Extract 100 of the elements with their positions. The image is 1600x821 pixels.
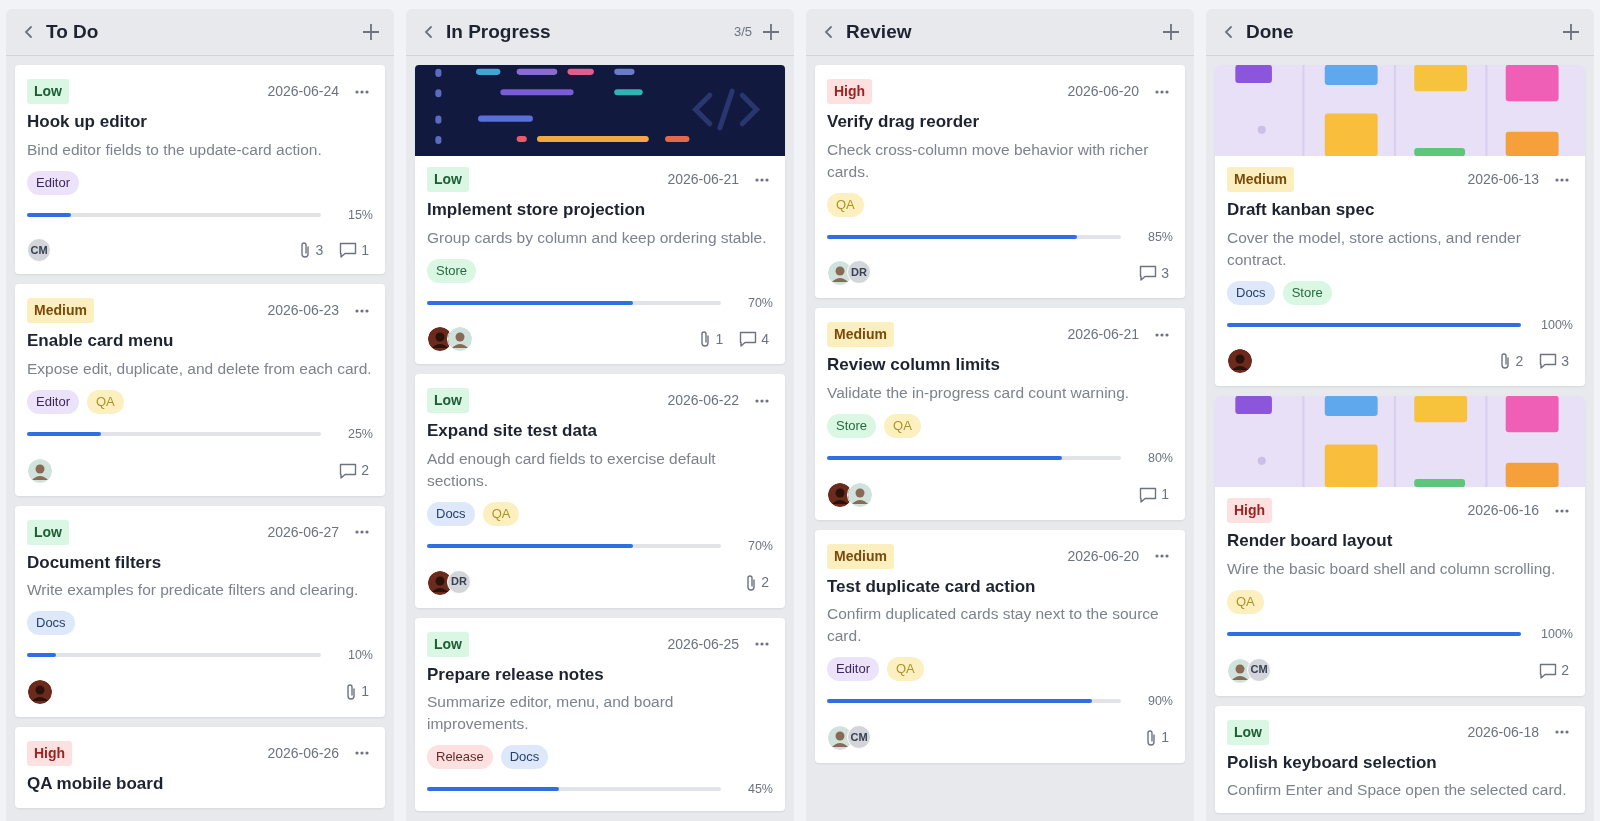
more-icon[interactable] xyxy=(1155,89,1169,94)
card-description: Validate the in-progress card count warning. xyxy=(827,382,1131,403)
progress-percent: 15% xyxy=(346,206,373,224)
tag: Docs xyxy=(427,501,475,526)
card-title: Document filters xyxy=(27,551,163,574)
priority-label: Medium xyxy=(827,543,894,569)
paperclip-icon xyxy=(345,682,358,701)
comment-count: 2 xyxy=(1561,661,1569,680)
progress-percent: 100% xyxy=(1540,625,1573,643)
card-description: Bind editor fields to the update-card action. xyxy=(27,139,323,160)
due-date: 2026-06-20 xyxy=(1067,82,1139,101)
more-icon[interactable] xyxy=(1555,730,1569,734)
card-title: Test duplicate card action xyxy=(827,575,1037,598)
task-card[interactable]: High 2026-06-16 Render board layout Wire the basic board shell and column scrolling. QA 100% CM 2 xyxy=(1215,396,1585,696)
card-description: Add enough card fields to exercise default sections. xyxy=(427,448,717,491)
task-card[interactable]: High 2026-06-26 QA mobile board xyxy=(15,726,385,809)
more-icon[interactable] xyxy=(355,751,369,756)
task-card[interactable]: High 2026-06-20 Verify drag reorder Check cross-column move behavior with richer cards. QA 85% DR 3 xyxy=(815,65,1185,299)
task-card[interactable]: Medium 2026-06-13 Draft kanban spec Cover the model, store actions, and render contract. Docs Store 100% 2 3 xyxy=(1215,65,1585,387)
due-date: 2026-06-18 xyxy=(1467,722,1539,742)
card-description: Write examples for predicate filters and clearing. xyxy=(27,580,360,600)
tag: Store xyxy=(1282,280,1332,305)
due-date: 2026-06-21 xyxy=(667,170,739,189)
comment-count: 1 xyxy=(1161,485,1169,504)
priority-label: Low xyxy=(427,167,469,192)
card-count: 3/5 xyxy=(733,23,752,42)
tag: Editor xyxy=(27,389,79,414)
attachment-count: 1 xyxy=(1161,728,1169,748)
more-icon[interactable] xyxy=(755,177,769,182)
due-date: 2026-06-24 xyxy=(267,82,339,101)
tag: Docs xyxy=(500,745,549,769)
add-icon[interactable] xyxy=(762,23,780,41)
due-date: 2026-06-21 xyxy=(1067,325,1139,345)
paperclip-icon xyxy=(299,241,312,260)
paperclip-icon xyxy=(1145,728,1158,747)
column-title: Review xyxy=(846,19,913,44)
more-icon[interactable] xyxy=(355,308,369,313)
task-card[interactable]: Low 2026-06-22 Expand site test data Add enough card fields to exercise default sections. Docs QA 70% DR 2 xyxy=(415,374,785,608)
due-date: 2026-06-16 xyxy=(1467,501,1539,521)
more-icon[interactable] xyxy=(1155,554,1169,558)
more-icon[interactable] xyxy=(1555,508,1569,513)
column-title: To Do xyxy=(46,19,100,44)
priority-label: Low xyxy=(427,388,469,414)
due-date: 2026-06-25 xyxy=(667,634,739,654)
task-card[interactable]: Medium 2026-06-21 Review column limits Validate the in-progress card count warning. Store QA 80% 1 xyxy=(815,308,1185,520)
tag: QA xyxy=(827,192,864,217)
task-card[interactable]: Low 2026-06-27 Document filters Write examples for predicate filters and clearing. Docs 10% 1 xyxy=(15,505,385,717)
tag: QA xyxy=(884,413,921,438)
progress-percent: 25% xyxy=(346,425,373,443)
more-icon[interactable] xyxy=(755,398,769,403)
avatar: CM xyxy=(27,238,51,263)
paperclip-icon xyxy=(699,330,712,349)
tag: Editor xyxy=(27,170,79,195)
card-description: Group cards by column and keep ordering stable. xyxy=(427,227,768,248)
progress-percent: 70% xyxy=(746,294,773,312)
more-icon[interactable] xyxy=(355,89,369,94)
more-icon[interactable] xyxy=(1555,177,1569,182)
avatar: CM xyxy=(847,724,871,749)
comment-count: 3 xyxy=(1561,351,1569,371)
progress-percent: 10% xyxy=(346,647,373,664)
more-icon[interactable] xyxy=(1155,332,1169,337)
more-icon[interactable] xyxy=(755,642,769,646)
add-icon[interactable] xyxy=(362,23,380,41)
tag: QA xyxy=(886,657,924,681)
task-card[interactable]: Low 2026-06-24 Hook up editor Bind editor fields to the update-card action. Editor 15% CM 3 1 xyxy=(15,65,385,275)
card-description: Summarize editor, menu, and board improvements. xyxy=(427,692,675,734)
card-title: Polish keyboard selection xyxy=(1227,751,1438,774)
more-icon[interactable] xyxy=(355,530,369,534)
due-date: 2026-06-27 xyxy=(267,522,339,542)
priority-label: Low xyxy=(27,519,69,545)
tag: Docs xyxy=(1227,280,1275,305)
task-card[interactable]: Medium 2026-06-20 Test duplicate card action Confirm duplicated cards stay next to the source card. Editor QA 90% CM 1 xyxy=(815,529,1185,763)
task-card[interactable]: Low 2026-06-25 Prepare release notes Summarize editor, menu, and board improvements. Release Docs 45% xyxy=(415,617,785,811)
avatar: CM xyxy=(1247,657,1271,682)
attachment-count: 3 xyxy=(315,240,324,260)
paperclip-icon xyxy=(745,573,758,592)
task-card[interactable]: Medium 2026-06-23 Enable card menu Expose edit, duplicate, and delete from each card. Editor QA 25% 2 xyxy=(15,284,385,496)
card-description: Confirm Enter and Space open the selected card. xyxy=(1227,780,1568,800)
priority-label: Medium xyxy=(827,322,894,348)
tag: Editor xyxy=(827,657,879,681)
comment-icon xyxy=(1139,486,1158,503)
task-card[interactable]: Low 2026-06-18 Polish keyboard selection Confirm Enter and Space open the selected card. xyxy=(1215,705,1585,813)
add-icon[interactable] xyxy=(1162,23,1180,41)
progress-percent: 85% xyxy=(1146,228,1173,246)
card-title: Implement store projection xyxy=(427,199,647,221)
comment-count: 2 xyxy=(361,461,369,480)
tag: Docs xyxy=(27,611,75,635)
card-title: Enable card menu xyxy=(27,330,175,353)
comment-icon xyxy=(1539,353,1558,370)
task-card[interactable]: Low 2026-06-21 Implement store projection Group cards by column and keep ordering stable. Store 70% 1 4 xyxy=(415,65,785,365)
avatar: DR xyxy=(847,260,871,285)
attachment-count: 1 xyxy=(361,682,369,702)
avatar xyxy=(27,457,53,484)
tag: QA xyxy=(482,501,520,526)
avatar: DR xyxy=(447,569,471,594)
priority-label: High xyxy=(1227,498,1273,524)
add-icon[interactable] xyxy=(1562,23,1580,41)
progress-percent: 70% xyxy=(746,537,773,555)
priority-label: Medium xyxy=(1227,167,1294,192)
card-title: Draft kanban spec xyxy=(1227,199,1376,221)
